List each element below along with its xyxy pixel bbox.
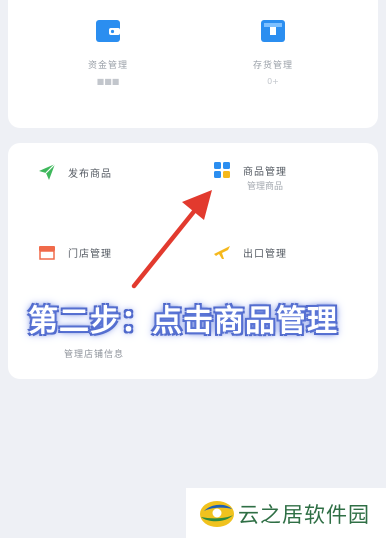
export-management-label: 出口管理 xyxy=(243,249,287,260)
tutorial-caption: 第二步：点击商品管理 xyxy=(28,304,338,339)
inventory-management-item[interactable]: 存货管理 0+ xyxy=(198,18,348,86)
store-info-sub: 管理店铺信息 xyxy=(64,350,125,360)
top-card: 资金管理 ■■■ 存货管理 0+ xyxy=(8,0,378,128)
inventory-management-label: 存货管理 xyxy=(252,61,293,71)
store-icon xyxy=(39,246,55,260)
watermark: 云之居软件园 xyxy=(186,488,386,538)
tutorial-arrow xyxy=(131,190,212,289)
export-management-item[interactable]: 出口管理 xyxy=(213,243,373,283)
wallet-icon xyxy=(96,20,120,42)
goods-management-sub: 管理商品 xyxy=(247,182,284,192)
inventory-management-sub: 0+ xyxy=(267,77,279,86)
grid-icon xyxy=(214,162,230,178)
goods-management-item[interactable]: 商品管理 管理商品 xyxy=(213,161,373,201)
store-management-label: 门店管理 xyxy=(68,249,112,260)
funds-management-item[interactable]: 资金管理 ■■■ xyxy=(33,18,183,86)
paper-plane-icon xyxy=(39,163,56,180)
goods-management-label: 商品管理 xyxy=(243,167,287,178)
publish-goods-label: 发布商品 xyxy=(68,169,112,180)
box-icon xyxy=(261,20,285,42)
site-logo-icon xyxy=(200,501,234,527)
funds-management-label: 资金管理 xyxy=(87,61,128,71)
funds-management-sub: ■■■ xyxy=(96,77,120,86)
watermark-text: 云之居软件园 xyxy=(238,503,370,527)
